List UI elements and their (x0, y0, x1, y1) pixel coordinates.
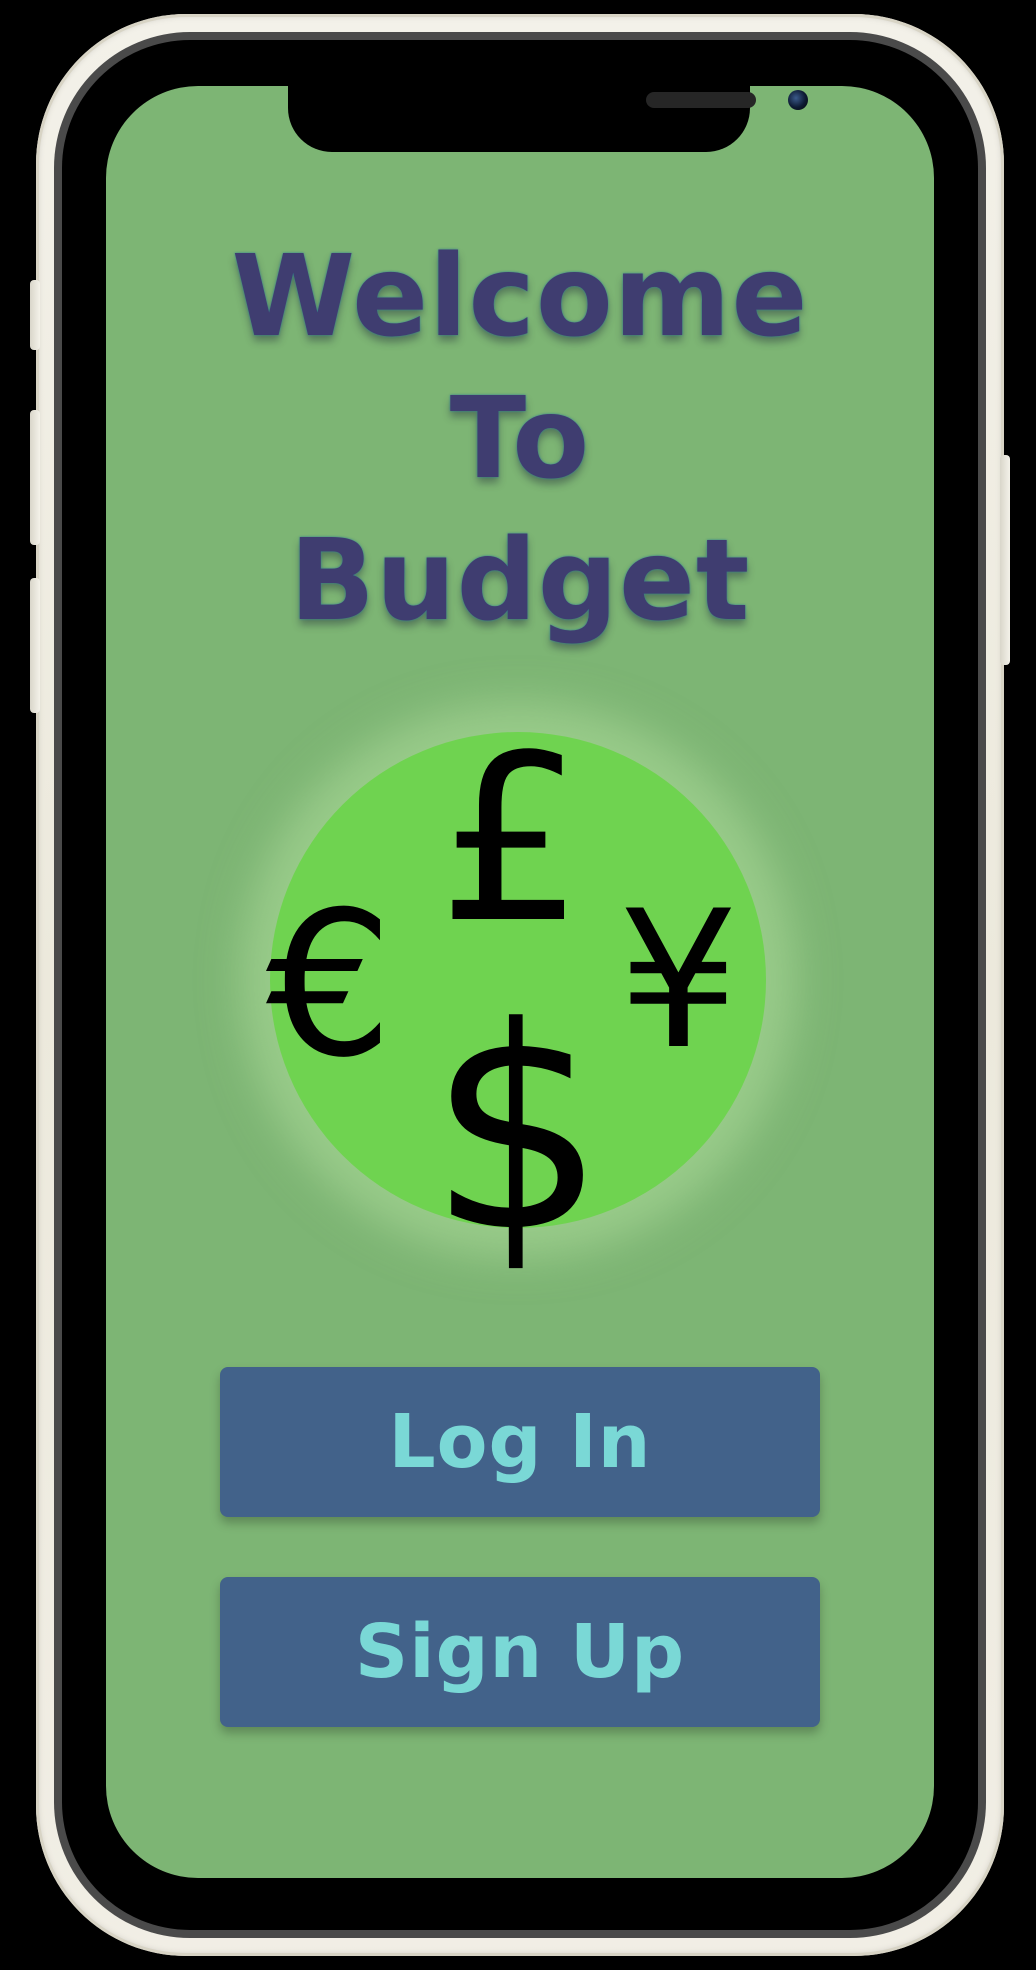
welcome-line-3: Budget (289, 516, 751, 646)
login-button[interactable]: Log In (220, 1367, 820, 1517)
volume-up-button (30, 410, 40, 545)
volume-down-button (30, 578, 40, 713)
welcome-line-1: Welcome (231, 232, 809, 362)
euro-sign-icon: € (266, 869, 394, 1102)
mute-switch (30, 280, 40, 350)
speaker-grille (646, 92, 756, 108)
app-screen: Welcome To Budget £ € ¥ $ Log In Sign Up (106, 86, 934, 1878)
dollar-sign-icon: $ (428, 968, 607, 1294)
camera-icon (788, 90, 808, 110)
power-button (1000, 455, 1010, 665)
stage: Welcome To Budget £ € ¥ $ Log In Sign Up (0, 0, 1036, 1970)
signup-button[interactable]: Sign Up (220, 1577, 820, 1727)
welcome-line-2: To (449, 374, 591, 504)
login-button-label: Log In (388, 1399, 652, 1485)
welcome-title: Welcome To Budget (106, 226, 934, 652)
pound-sign-icon: £ (438, 707, 585, 974)
yen-sign-icon: ¥ (618, 870, 739, 1091)
signup-button-label: Sign Up (354, 1609, 686, 1695)
notch (288, 86, 808, 152)
